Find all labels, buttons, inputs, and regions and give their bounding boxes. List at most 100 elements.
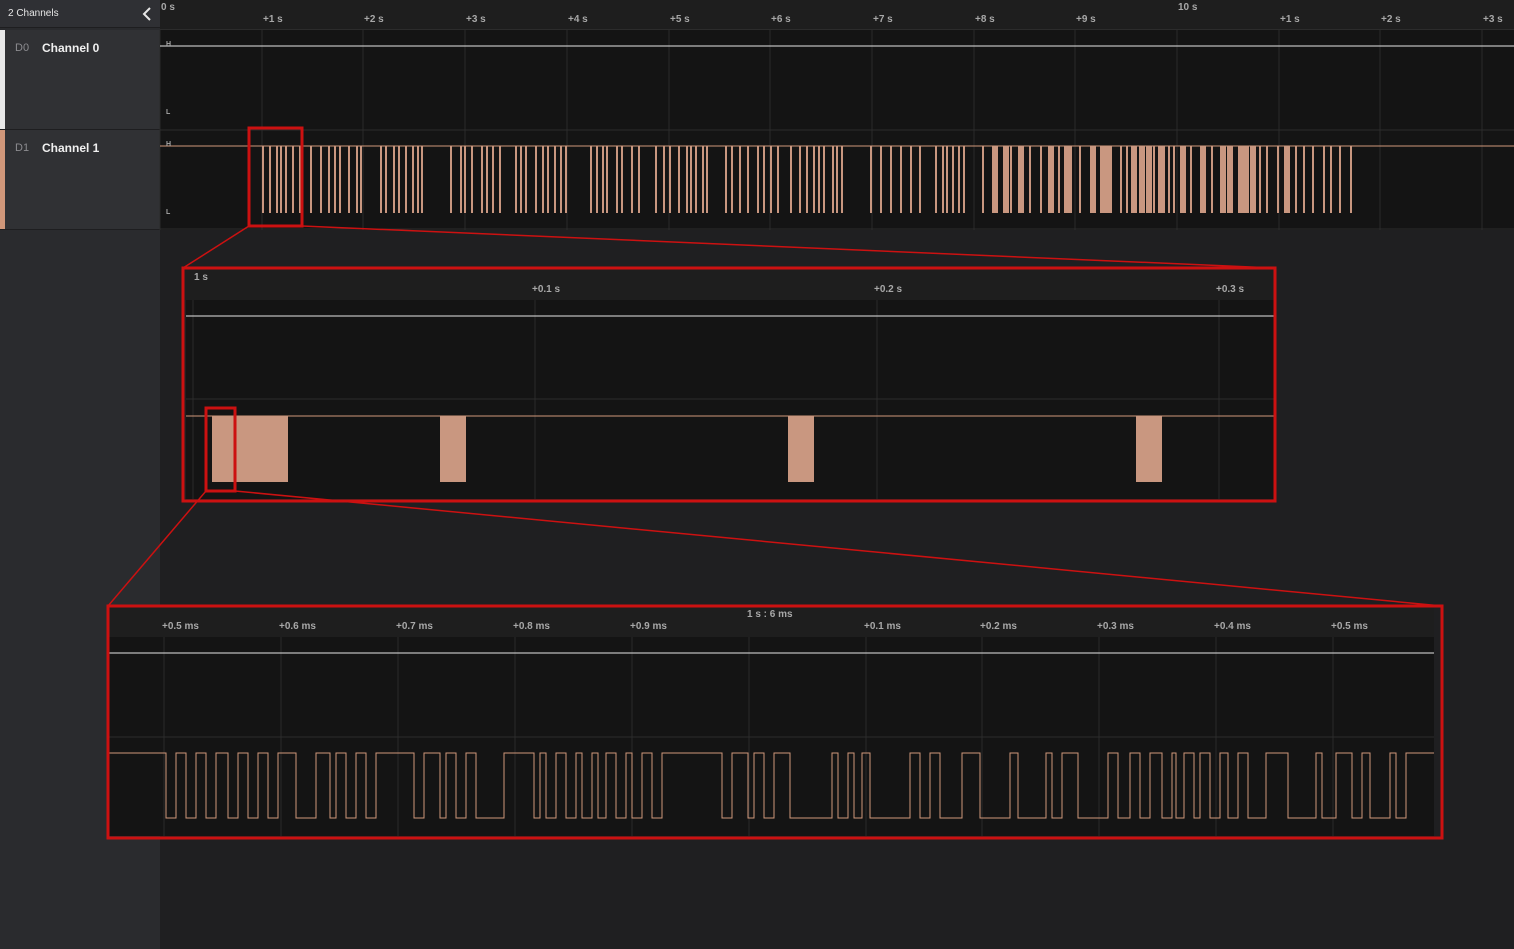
- pulse-mark: [616, 146, 618, 213]
- pulse-mark: [1163, 146, 1165, 213]
- pulse-mark: [1139, 146, 1145, 213]
- pulse-mark: [952, 146, 954, 213]
- ruler-tick-label: +0.5 ms: [1331, 621, 1368, 632]
- pulse-mark: [1330, 146, 1332, 213]
- zoom-connector: [234, 490, 1443, 607]
- pulse-mark: [678, 146, 680, 213]
- pulse-mark: [1153, 146, 1155, 213]
- pulse-mark: [1070, 146, 1072, 213]
- ruler-tick-label: +2 s: [364, 14, 384, 25]
- ruler-tick-label: +1 s: [263, 14, 283, 25]
- zoom-connector: [107, 490, 207, 607]
- ruler-tick-label: +0.1 ms: [864, 621, 901, 632]
- pulse-mark: [818, 146, 820, 213]
- pulse-mark: [870, 146, 872, 213]
- ruler-tick-label: +7 s: [873, 14, 893, 25]
- pulse-mark: [405, 146, 407, 213]
- pulse-mark: [1200, 146, 1206, 213]
- ruler-tick-label: +0.9 ms: [630, 621, 667, 632]
- pulse-mark: [946, 146, 948, 213]
- pulse-mark: [982, 146, 984, 213]
- pulse-mark: [686, 146, 688, 213]
- pulse-mark: [739, 146, 741, 213]
- pulse-mark: [1029, 146, 1031, 213]
- ruler-tick-label: 1 s: [194, 272, 208, 283]
- pulse-mark: [348, 146, 350, 213]
- pulse-mark: [492, 146, 494, 213]
- pulse-mark: [1284, 146, 1290, 213]
- ruler-tick-label: +0.6 ms: [279, 621, 316, 632]
- pulse-mark: [790, 146, 792, 213]
- pulse-mark: [535, 146, 537, 213]
- ruler-tick-label: +4 s: [568, 14, 588, 25]
- pulse-mark: [1120, 146, 1122, 213]
- pulse-mark: [280, 146, 282, 213]
- pulse-mark: [958, 146, 960, 213]
- pulse-mark: [963, 146, 965, 213]
- pulse-mark: [832, 146, 834, 213]
- ruler-tick-label: 1 s : 6 ms: [747, 609, 793, 620]
- pulse-mark: [606, 146, 608, 213]
- pulse-mark: [380, 146, 382, 213]
- pulse-mark: [1250, 146, 1256, 213]
- pulse-mark: [1303, 146, 1305, 213]
- pulse-mark: [1110, 146, 1112, 213]
- pulse-mark: [1058, 146, 1060, 213]
- pulse-mark: [590, 146, 592, 213]
- zoom-region-box: [247, 126, 304, 228]
- waveform-canvas: [106, 30, 1514, 840]
- ruler-tick-label: 10 s: [1178, 2, 1198, 13]
- pulse-mark: [1064, 146, 1070, 213]
- pulse-mark: [1079, 146, 1081, 213]
- pulse-mark: [669, 146, 671, 213]
- pulse-mark: [1131, 146, 1137, 213]
- pulse-mark: [702, 146, 704, 213]
- pulse-mark: [638, 146, 640, 213]
- pulse-mark: [602, 146, 604, 213]
- pulse-mark: [1173, 146, 1175, 213]
- zoom-panel-1: [186, 270, 1274, 499]
- ruler-tick-label: +0.2 ms: [980, 621, 1017, 632]
- pulse-mark: [292, 146, 294, 213]
- zoom-panel-2: [109, 607, 1434, 836]
- pulse-mark: [880, 146, 882, 213]
- pulse-mark: [560, 146, 562, 213]
- pulse-mark: [890, 146, 892, 213]
- zoom-1-ruler: [186, 270, 1274, 300]
- pulse-mark: [417, 146, 419, 213]
- ruler-tick-label: +0.3 ms: [1097, 621, 1134, 632]
- pulse-mark: [269, 146, 271, 213]
- pulse-mark: [285, 146, 287, 213]
- pulse-mark: [320, 146, 322, 213]
- pulse-mark: [799, 146, 801, 213]
- pulse-mark: [706, 146, 708, 213]
- ruler-tick-label: +0.2 s: [874, 284, 903, 295]
- ruler-tick-label: +0.1 s: [532, 284, 561, 295]
- pulse-mark: [412, 146, 414, 213]
- pulse-mark: [1003, 146, 1009, 213]
- pulse-mark: [992, 146, 998, 213]
- pulse-mark: [1323, 146, 1325, 213]
- pulse-mark: [1350, 146, 1352, 213]
- pulse-mark: [471, 146, 473, 213]
- pulse-mark: [1259, 146, 1261, 213]
- pulse-mark: [1243, 146, 1249, 213]
- pulse-mark: [836, 146, 838, 213]
- pulse-mark: [356, 146, 358, 213]
- pulse-mark: [554, 146, 556, 213]
- level-low-marker: L: [166, 109, 171, 116]
- ruler-tick-label: +8 s: [975, 14, 995, 25]
- pulse-mark: [450, 146, 452, 213]
- ruler-tick-label: +0.8 ms: [513, 621, 550, 632]
- pulse-mark: [596, 146, 598, 213]
- pulse-mark: [841, 146, 843, 213]
- pulse-mark: [690, 146, 692, 213]
- ruler-tick-label: +0.3 s: [1216, 284, 1245, 295]
- pulse-burst: [1136, 416, 1162, 482]
- pulse-mark: [1339, 146, 1341, 213]
- pulse-mark: [935, 146, 937, 213]
- ruler-tick-label: +0.4 ms: [1214, 621, 1251, 632]
- pulse-mark: [813, 146, 815, 213]
- pulse-mark: [360, 146, 362, 213]
- pulse-mark: [542, 146, 544, 213]
